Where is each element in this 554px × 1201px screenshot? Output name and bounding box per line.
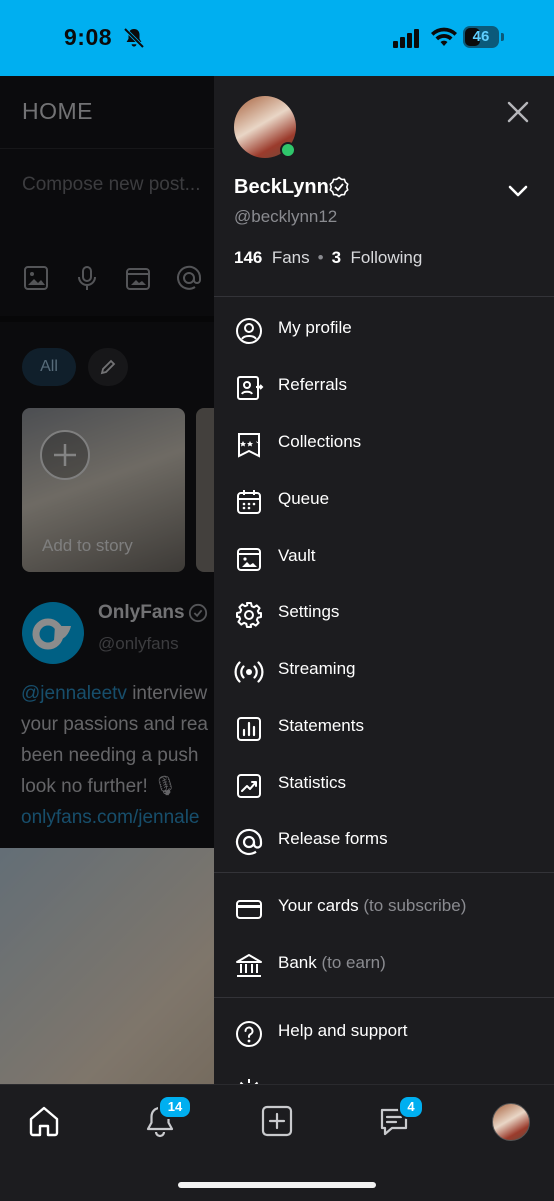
calendar-icon bbox=[237, 490, 261, 514]
profile-stats: 146 Fans • 3 Following bbox=[234, 248, 423, 267]
menu-item-partial[interactable] bbox=[214, 1064, 554, 1084]
menu-item-settings[interactable]: Settings bbox=[214, 588, 554, 638]
verified-icon bbox=[329, 176, 349, 198]
profile-name[interactable]: BeckLynn bbox=[234, 176, 329, 199]
menu-item-label: Queue bbox=[278, 489, 330, 508]
menu-item-sublabel: (to earn) bbox=[321, 953, 386, 972]
status-time: 9:08 bbox=[64, 24, 113, 50]
menu-item-label: Referrals bbox=[278, 375, 347, 394]
menu-item-referrals[interactable]: Referrals bbox=[214, 361, 554, 411]
wifi-icon bbox=[431, 27, 457, 46]
menu-item-label: Streaming bbox=[278, 659, 356, 678]
profile-handle: @becklynn12 bbox=[234, 207, 338, 226]
menu-item-label: Collections bbox=[278, 432, 362, 451]
help-icon bbox=[236, 1021, 262, 1047]
close-icon[interactable] bbox=[502, 96, 534, 128]
menu-item-label: Release forms bbox=[278, 829, 388, 848]
following-count: 3 bbox=[331, 248, 342, 267]
menu-item-collections[interactable]: Collections bbox=[214, 418, 554, 468]
home-icon[interactable] bbox=[26, 1103, 62, 1139]
profile-avatar-button[interactable] bbox=[492, 1103, 530, 1141]
signal-icon bbox=[393, 29, 419, 48]
menu-item-label: Vault bbox=[278, 546, 316, 565]
menu-item-label: Help and support bbox=[278, 1021, 408, 1040]
referral-icon bbox=[237, 376, 264, 400]
menu-item-my-profile[interactable]: My profile bbox=[214, 304, 554, 354]
status-bar: 9:08 46 bbox=[0, 0, 554, 76]
menu-item-statements[interactable]: Statements bbox=[214, 702, 554, 752]
fans-label[interactable]: Fans bbox=[272, 248, 310, 267]
menu-item-label: Statistics bbox=[278, 773, 347, 792]
menu-item-label: Your cards bbox=[278, 896, 359, 915]
bank-icon bbox=[236, 954, 262, 977]
menu-item-label: My profile bbox=[278, 318, 352, 337]
menu-item-help[interactable]: Help and support bbox=[214, 1007, 554, 1057]
menu-item-label: Statements bbox=[278, 716, 364, 735]
menu-item-streaming[interactable]: Streaming bbox=[214, 645, 554, 695]
menu-item-label: Settings bbox=[278, 602, 340, 621]
menu-item-queue[interactable]: Queue bbox=[214, 475, 554, 525]
sun-icon bbox=[239, 1079, 259, 1084]
menu-item-sublabel: (to subscribe) bbox=[363, 896, 467, 915]
menu-item-your-cards[interactable]: Your cards (to subscribe) bbox=[214, 882, 554, 932]
bell-muted-icon bbox=[123, 27, 145, 49]
at-icon bbox=[235, 828, 263, 856]
fans-count: 146 bbox=[234, 248, 263, 267]
menu-item-vault[interactable]: Vault bbox=[214, 532, 554, 582]
online-status-dot bbox=[280, 142, 296, 158]
vault-icon bbox=[237, 548, 261, 571]
add-post-icon[interactable] bbox=[259, 1103, 295, 1139]
chevron-down-icon[interactable] bbox=[506, 179, 530, 203]
messages-badge: 4 bbox=[398, 1095, 424, 1119]
streaming-icon bbox=[234, 661, 264, 683]
home-indicator bbox=[178, 1182, 376, 1188]
user-circle-icon bbox=[236, 318, 262, 344]
battery-indicator: 46 bbox=[463, 26, 505, 48]
menu-item-label: Bank bbox=[278, 953, 317, 972]
home-feed: HOME Compose new post... All Add to stor… bbox=[0, 76, 214, 1084]
statements-icon bbox=[237, 717, 261, 741]
notifications-badge: 14 bbox=[158, 1095, 192, 1119]
statistics-icon bbox=[237, 774, 261, 798]
menu-item-statistics[interactable]: Statistics bbox=[214, 759, 554, 809]
following-label[interactable]: Following bbox=[351, 248, 423, 267]
card-icon bbox=[236, 900, 262, 919]
menu-item-release-forms[interactable]: Release forms bbox=[214, 815, 554, 865]
collections-icon bbox=[238, 433, 260, 458]
side-drawer: BeckLynn @becklynn12 146 Fans • 3 Followin… bbox=[214, 76, 554, 1084]
gear-icon bbox=[236, 602, 262, 628]
menu-item-bank[interactable]: Bank (to earn) bbox=[214, 939, 554, 989]
